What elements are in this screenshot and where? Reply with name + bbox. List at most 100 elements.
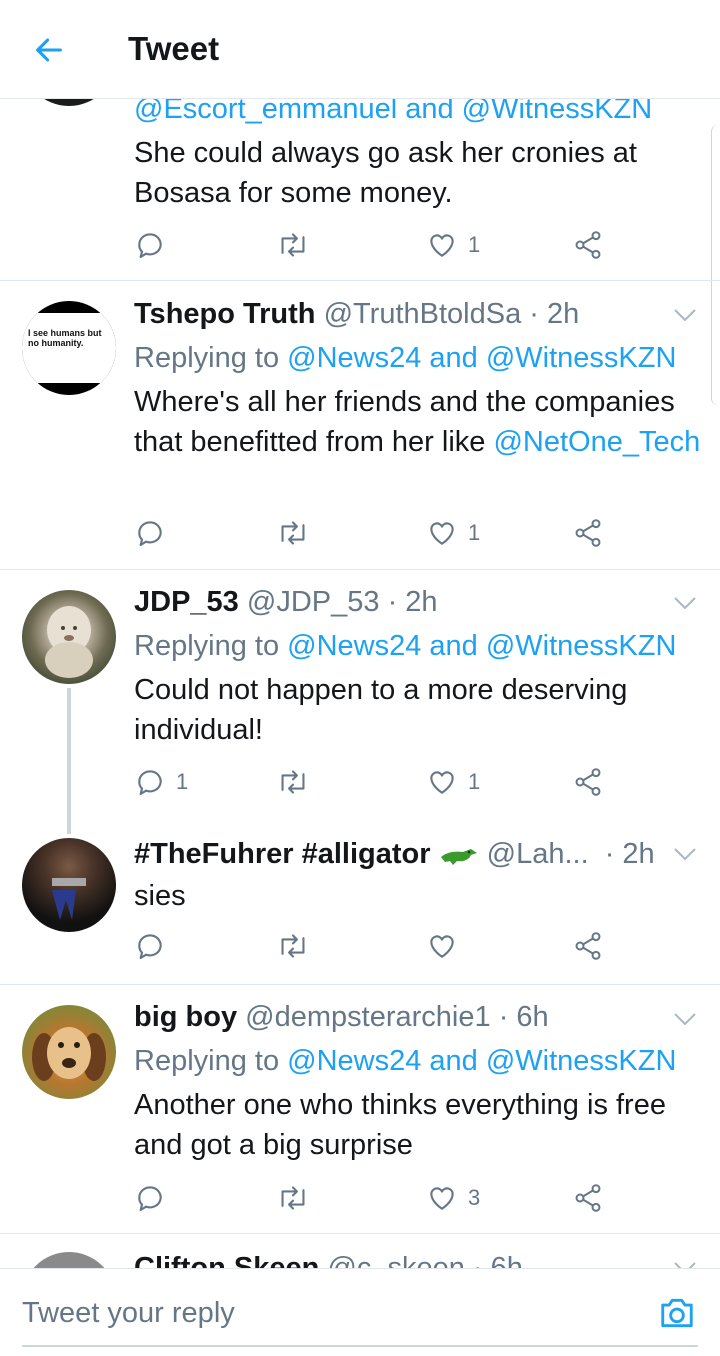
alligator-emoji-icon	[440, 849, 477, 865]
tweet-actions: 3	[134, 1178, 634, 1218]
share-icon	[575, 768, 601, 796]
tweet-actions: 1	[134, 513, 634, 553]
tweet-item[interactable]: I see humans but no humanity. Tshepo Tru…	[0, 280, 720, 570]
camera-icon[interactable]	[658, 1295, 696, 1331]
tweet-item[interactable]: #TheFuhrer #alligator @Lah... · 2h sies	[0, 820, 720, 985]
reply-mentions[interactable]: @News24 and @WitnessKZN	[287, 630, 676, 662]
retweet-icon	[281, 233, 305, 257]
reply-button[interactable]: 1	[134, 762, 188, 802]
user-handle[interactable]: @TruthBtoldSa	[324, 298, 522, 330]
reply-count: 1	[176, 769, 189, 794]
replying-label: Replying to	[134, 1045, 280, 1077]
retweet-icon	[281, 521, 305, 545]
heart-icon	[430, 771, 454, 794]
reply-mentions[interactable]: @News24 and @WitnessKZN	[287, 342, 676, 374]
heart-icon	[430, 935, 454, 958]
tweet-text: Could not happen to a more deserving ind…	[134, 674, 628, 746]
retweet-button[interactable]	[276, 926, 310, 966]
reply-composer: Tweet your reply	[0, 1268, 720, 1356]
reply-button[interactable]	[134, 926, 166, 966]
user-handle[interactable]: @dempsterarchie1	[245, 1001, 490, 1033]
tweet-item[interactable]: big boy @dempsterarchie1 · 6h Replying t…	[0, 985, 720, 1234]
avatar[interactable]	[22, 98, 116, 106]
thread-connector	[67, 688, 71, 834]
reply-icon	[138, 521, 162, 547]
lion-image	[45, 606, 93, 678]
user-handle[interactable]: @c_skeen	[327, 1252, 464, 1268]
avatar[interactable]	[22, 590, 116, 684]
replying-label: Replying to	[134, 342, 280, 374]
retweet-icon	[281, 770, 305, 794]
share-button[interactable]	[572, 926, 604, 966]
reply-icon	[138, 1186, 162, 1212]
reply-button[interactable]	[134, 513, 166, 553]
display-name[interactable]: #TheFuhrer #alligator	[134, 838, 431, 870]
reply-input[interactable]: Tweet your reply	[22, 1297, 235, 1330]
heart-icon	[430, 234, 454, 257]
dog-image	[32, 1027, 106, 1081]
replying-label: Replying to	[134, 630, 280, 662]
avatar[interactable]	[22, 838, 116, 932]
reply-icon	[138, 934, 162, 960]
timestamp: · 2h	[529, 298, 580, 330]
tweet-item[interactable]: Clifton Skeen @c_skeen · 6h	[0, 1234, 720, 1268]
tweet-actions	[134, 926, 634, 966]
share-button[interactable]	[572, 762, 604, 802]
reply-button[interactable]	[134, 1178, 166, 1218]
user-handle[interactable]: @JDP_53	[247, 586, 380, 618]
avatar-caption: I see humans but no humanity.	[28, 328, 102, 348]
retweet-button[interactable]	[276, 762, 310, 802]
avatar[interactable]	[22, 1005, 116, 1099]
timestamp: · 6h	[498, 1001, 549, 1033]
retweet-button[interactable]	[276, 225, 310, 265]
display-name[interactable]: big boy	[134, 1001, 237, 1033]
top-app-bar: Tweet	[0, 0, 720, 99]
display-name[interactable]: JDP_53	[134, 586, 239, 618]
input-underline	[22, 1345, 698, 1347]
like-button[interactable]	[426, 926, 458, 966]
heart-icon	[430, 522, 454, 545]
timestamp: · 6h	[472, 1252, 523, 1268]
like-button[interactable]: 1	[426, 513, 480, 553]
share-icon	[575, 932, 601, 960]
share-icon	[575, 519, 601, 547]
reply-mentions[interactable]: @Escort_emmanuel and @WitnessKZN	[134, 98, 704, 129]
tweet-item[interactable]: JDP_53 @JDP_53 · 2h Replying to @News24 …	[0, 570, 720, 834]
like-count: 3	[468, 1185, 481, 1210]
like-count: 1	[468, 769, 481, 794]
tweet-text: She could always go ask her cronies at B…	[134, 137, 637, 209]
avatar[interactable]	[22, 1252, 116, 1268]
tweet-actions: 1 1	[134, 762, 634, 802]
retweet-button[interactable]	[276, 513, 310, 553]
like-count: 1	[468, 520, 481, 545]
reply-feed: @Escort_emmanuel and @WitnessKZN She cou…	[0, 98, 720, 1268]
heart-icon	[430, 1187, 454, 1210]
retweet-button[interactable]	[276, 1178, 310, 1218]
display-name[interactable]: Clifton Skeen	[134, 1252, 319, 1268]
like-button[interactable]: 1	[426, 225, 480, 265]
tweet-item[interactable]: @Escort_emmanuel and @WitnessKZN She cou…	[0, 98, 720, 281]
back-button[interactable]	[24, 28, 74, 72]
mention-link[interactable]: @NetOne_Tech	[493, 426, 700, 458]
share-button[interactable]	[572, 1178, 604, 1218]
like-button[interactable]: 3	[426, 1178, 480, 1218]
like-button[interactable]: 1	[426, 762, 480, 802]
user-handle[interactable]: @Lah...	[487, 838, 589, 870]
reply-button[interactable]	[134, 225, 166, 265]
share-button[interactable]	[572, 513, 604, 553]
timestamp: · 2h	[387, 586, 438, 618]
reply-icon	[138, 770, 162, 796]
reply-icon	[138, 233, 162, 259]
share-button[interactable]	[572, 225, 604, 265]
avatar[interactable]: I see humans but no humanity.	[22, 301, 116, 395]
tweet-text: Another one who thinks everything is fre…	[134, 1089, 666, 1161]
display-name[interactable]: Tshepo Truth	[134, 298, 316, 330]
reply-mentions[interactable]: @News24 and @WitnessKZN	[287, 1045, 676, 1077]
tweet-actions: 1	[134, 225, 634, 265]
avatar-image	[52, 878, 86, 920]
page-title: Tweet	[128, 30, 220, 67]
retweet-icon	[281, 1186, 305, 1210]
retweet-icon	[281, 934, 305, 958]
timestamp: · 2h	[604, 838, 655, 870]
like-count: 1	[468, 232, 481, 257]
